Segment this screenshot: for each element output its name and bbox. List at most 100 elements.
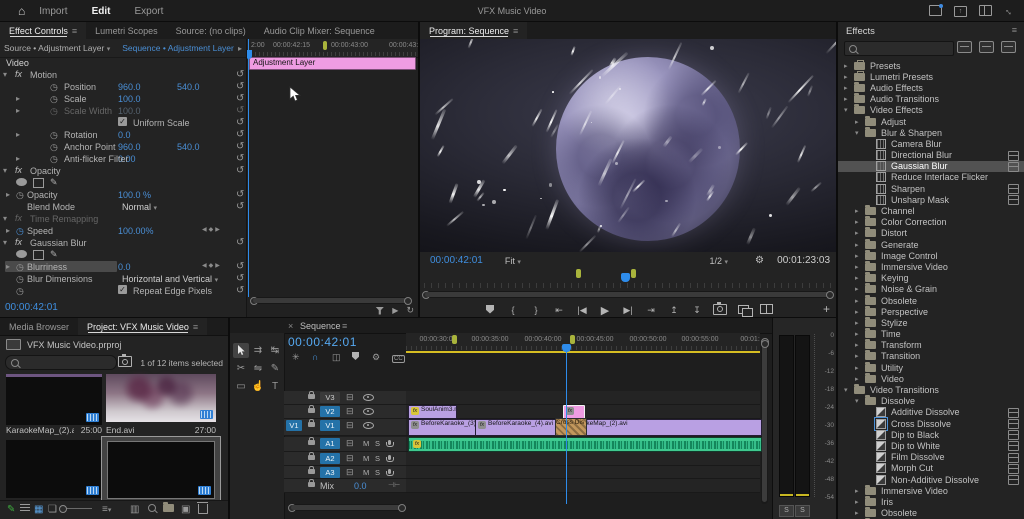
stopwatch-icon[interactable]: ◷ (16, 286, 24, 296)
nest-icon[interactable]: ✳ (292, 352, 300, 363)
tab-source-no-clips[interactable]: Source: (no clips) (167, 22, 255, 39)
lock-icon[interactable] (308, 440, 315, 445)
extract-button[interactable]: ↧ (690, 305, 704, 316)
tab-lumetri-scopes[interactable]: Lumetri Scopes (86, 22, 167, 39)
tab-media-browser[interactable]: Media Browser (0, 318, 78, 335)
panel-menu-icon[interactable]: ≡ (1012, 25, 1017, 35)
track-lane[interactable] (406, 452, 760, 466)
track-header-v2[interactable]: V2⊟ (284, 405, 406, 419)
pen-mask-icon[interactable]: ✎ (50, 249, 58, 260)
voiceover-record-icon[interactable] (388, 469, 391, 474)
track-target-button[interactable]: A2 (320, 453, 340, 464)
menu-edit[interactable]: Edit (92, 6, 111, 17)
twirl-icon[interactable]: ▸ (16, 154, 20, 163)
source-clip-selector[interactable]: Source • Adjustment Layer ▾ (4, 43, 110, 53)
stopwatch-icon[interactable]: ◷ (16, 274, 24, 284)
sync-lock-icon[interactable]: ⊟ (346, 453, 354, 464)
lock-icon[interactable] (308, 455, 315, 460)
effects-folder-video[interactable]: ▸Video (838, 373, 1024, 384)
track-header-a2[interactable]: A2⊟MS (284, 452, 406, 466)
twirl-icon[interactable]: ▸ (16, 94, 20, 103)
stopwatch-icon[interactable]: ◷ (50, 94, 58, 104)
reset-icon[interactable]: ↺ (236, 81, 244, 92)
panel-menu-icon[interactable]: ≡ (513, 26, 518, 36)
solo-button[interactable]: S (375, 468, 380, 477)
freeform-view-icon[interactable]: ❏ (48, 504, 57, 515)
param-value[interactable]: 0.0 (118, 130, 131, 140)
effects-folder-lumetri-presets[interactable]: ▸Lumetri Presets (838, 71, 1024, 82)
keyframe-nav[interactable]: ◀◆▶ (202, 226, 222, 233)
effects-folder-transition[interactable]: ▸Transition (838, 351, 1024, 362)
clip-fx-badge[interactable]: fx (478, 421, 486, 429)
twirl-icon[interactable]: ▸ (855, 241, 865, 249)
workspaces-icon[interactable] (979, 5, 992, 18)
zoom-slider-handle[interactable] (59, 505, 67, 513)
effect-item-additive-dissolve[interactable]: Additive Dissolve (838, 407, 1024, 418)
solo-button[interactable]: S (375, 454, 380, 463)
fx-icon[interactable]: fx (15, 165, 22, 175)
solo-right-button[interactable]: S (795, 505, 810, 517)
stopwatch-icon[interactable]: ◷ (16, 226, 24, 236)
effects-folder-channel[interactable]: ▸Channel (838, 205, 1024, 216)
zoom-slider[interactable] (62, 504, 92, 515)
sync-lock-icon[interactable]: ⊟ (346, 392, 354, 403)
comparison-view-button[interactable] (736, 305, 750, 316)
twirl-icon[interactable]: ▸ (6, 226, 10, 235)
track-target-button[interactable]: V1 (320, 420, 340, 431)
keyframe-nav-icon[interactable]: ⊣⊢ (388, 481, 400, 489)
timeline-clip-beforekaraoke-3-avi[interactable]: fxBeforeKaraoke_(3).avi (408, 419, 477, 436)
sequence-clip-selector[interactable]: Sequence • Adjustment Layer (122, 43, 234, 53)
param-value[interactable]: 540.0 (177, 82, 200, 92)
stopwatch-icon[interactable]: ◷ (16, 262, 24, 272)
twirl-icon[interactable]: ▸ (855, 487, 865, 495)
playback-resolution-dropdown[interactable]: 1/2 ▾ (709, 256, 728, 266)
stopwatch-icon[interactable]: ◷ (50, 154, 58, 164)
tab-program-sequence[interactable]: Program: Sequence≡ (420, 22, 527, 39)
track-lane[interactable] (406, 391, 760, 405)
effects-folder-audio-effects[interactable]: ▸Audio Effects (838, 82, 1024, 93)
track-target-button[interactable]: V2 (320, 406, 340, 417)
accelerated-effects-badge[interactable] (957, 41, 972, 53)
ec-option-icon[interactable]: ▶ (392, 306, 398, 315)
new-item-icon[interactable]: ▣ (181, 504, 190, 515)
effects-folder-transform[interactable]: ▸Transform (838, 340, 1024, 351)
effects-folder-utility[interactable]: ▸Utility (838, 362, 1024, 373)
twirl-icon[interactable]: ▸ (855, 509, 865, 517)
step-back-button[interactable]: |◀ (575, 305, 589, 316)
track-header-a3[interactable]: A3⊟MS (284, 466, 406, 479)
checkbox[interactable]: ✓ (118, 285, 127, 294)
writable-indicator-icon[interactable]: ✎ (7, 504, 15, 515)
multi-camera-button[interactable] (759, 304, 773, 316)
track-header-v1[interactable]: V1V1⊟ (284, 419, 406, 436)
effects-folder-immersive-video[interactable]: ▸Immersive Video (838, 485, 1024, 496)
effect-item-unsharp-mask[interactable]: Unsharp Mask (838, 194, 1024, 205)
twirl-icon[interactable]: ▸ (16, 106, 20, 115)
ellipse-mask-icon[interactable] (16, 250, 27, 258)
audio-clip[interactable]: fx (408, 437, 762, 452)
twirl-icon[interactable]: ▸ (855, 375, 865, 383)
filter-properties-icon[interactable] (375, 307, 384, 315)
effects-folder-obsolete[interactable]: ▸Obsolete (838, 295, 1024, 306)
effects-folder-immersive-video[interactable]: ▸Immersive Video (838, 261, 1024, 272)
reset-icon[interactable]: ↺ (236, 153, 244, 164)
effects-folder-audio-transitions[interactable]: ▸Audio Transitions (838, 94, 1024, 105)
timeline-h-scrollbar[interactable] (288, 504, 406, 511)
linked-selection-icon[interactable]: ◫ (332, 352, 341, 363)
track-target-button[interactable]: V3 (320, 392, 340, 403)
snap-icon[interactable]: ∩ (312, 352, 319, 362)
twirl-icon[interactable]: ▸ (6, 190, 10, 199)
clip-fx-badge[interactable]: fx (411, 407, 419, 415)
mute-button[interactable]: M (363, 439, 369, 448)
export-frame-button[interactable] (713, 304, 727, 317)
track-select-forward-tool[interactable]: ⇉ (250, 343, 266, 358)
reset-icon[interactable]: ↺ (236, 129, 244, 140)
tab-sequence[interactable]: Sequence (300, 321, 341, 331)
timeline-playhead[interactable] (566, 344, 567, 504)
param-value[interactable]: 540.0 (177, 142, 200, 152)
program-scrollbar[interactable] (422, 291, 834, 298)
master-gain-value[interactable]: 0.0 (354, 481, 367, 491)
find-icon[interactable] (148, 504, 156, 515)
lift-button[interactable]: ↥ (667, 305, 681, 316)
maximize-icon[interactable]: ↔ (1004, 6, 1014, 16)
clip-fx-badge[interactable]: fx (411, 421, 419, 429)
